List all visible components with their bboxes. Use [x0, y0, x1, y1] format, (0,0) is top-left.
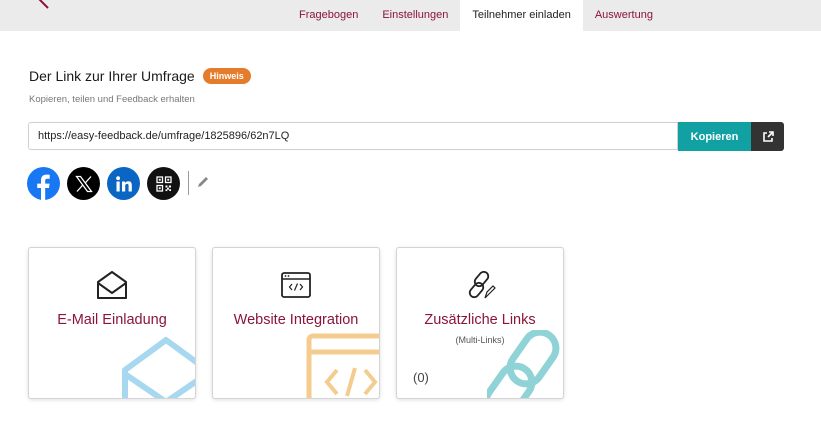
additional-links-card[interactable]: Zusätzliche Links (Multi-Links) (0) — [396, 247, 564, 399]
code-window-icon — [281, 272, 311, 298]
open-link-button[interactable] — [751, 122, 784, 151]
share-divider — [188, 171, 189, 195]
section-title: Der Link zur Ihrer Umfrage — [29, 68, 195, 84]
section-subtitle: Kopieren, teilen und Feedback erhalten — [29, 94, 195, 105]
envelope-watermark-icon — [122, 337, 195, 398]
qr-code-icon — [155, 175, 172, 192]
linkedin-icon — [115, 175, 132, 191]
website-integration-card[interactable]: Website Integration — [212, 247, 380, 399]
x-share-button[interactable] — [67, 167, 100, 200]
survey-link-input[interactable] — [28, 122, 678, 150]
pencil-icon[interactable] — [196, 175, 210, 189]
facebook-icon — [37, 174, 50, 200]
x-icon — [74, 175, 93, 192]
logo-icon — [38, 0, 49, 9]
top-navigation-bar: Fragebogen Einstellungen Teilnehmer einl… — [0, 0, 821, 31]
linkedin-share-button[interactable] — [107, 167, 140, 200]
additional-links-title: Zusätzliche Links — [424, 312, 536, 328]
qr-code-button[interactable] — [147, 167, 180, 200]
external-link-icon — [762, 130, 774, 142]
tab-auswertung[interactable]: Auswertung — [583, 0, 665, 31]
website-integration-title: Website Integration — [233, 312, 359, 328]
email-invitation-card[interactable]: E-Mail Einladung — [28, 247, 196, 399]
tab-einstellungen[interactable]: Einstellungen — [370, 0, 460, 31]
links-count: (0) — [413, 370, 429, 385]
link-icon — [468, 270, 496, 299]
envelope-open-icon — [97, 271, 127, 299]
facebook-share-button[interactable] — [27, 167, 60, 200]
multi-links-subtitle: (Multi-Links) — [455, 335, 505, 345]
link-section-header: Der Link zur Ihrer Umfrage Hinweis — [29, 68, 251, 84]
tab-bar: Fragebogen Einstellungen Teilnehmer einl… — [287, 0, 665, 31]
code-window-watermark-icon — [306, 333, 379, 398]
email-invitation-title: E-Mail Einladung — [57, 312, 167, 328]
tab-teilnehmer-einladen[interactable]: Teilnehmer einladen — [460, 0, 583, 31]
hint-badge[interactable]: Hinweis — [202, 68, 251, 84]
tab-fragebogen[interactable]: Fragebogen — [287, 0, 370, 31]
copy-button[interactable]: Kopieren — [678, 122, 751, 151]
